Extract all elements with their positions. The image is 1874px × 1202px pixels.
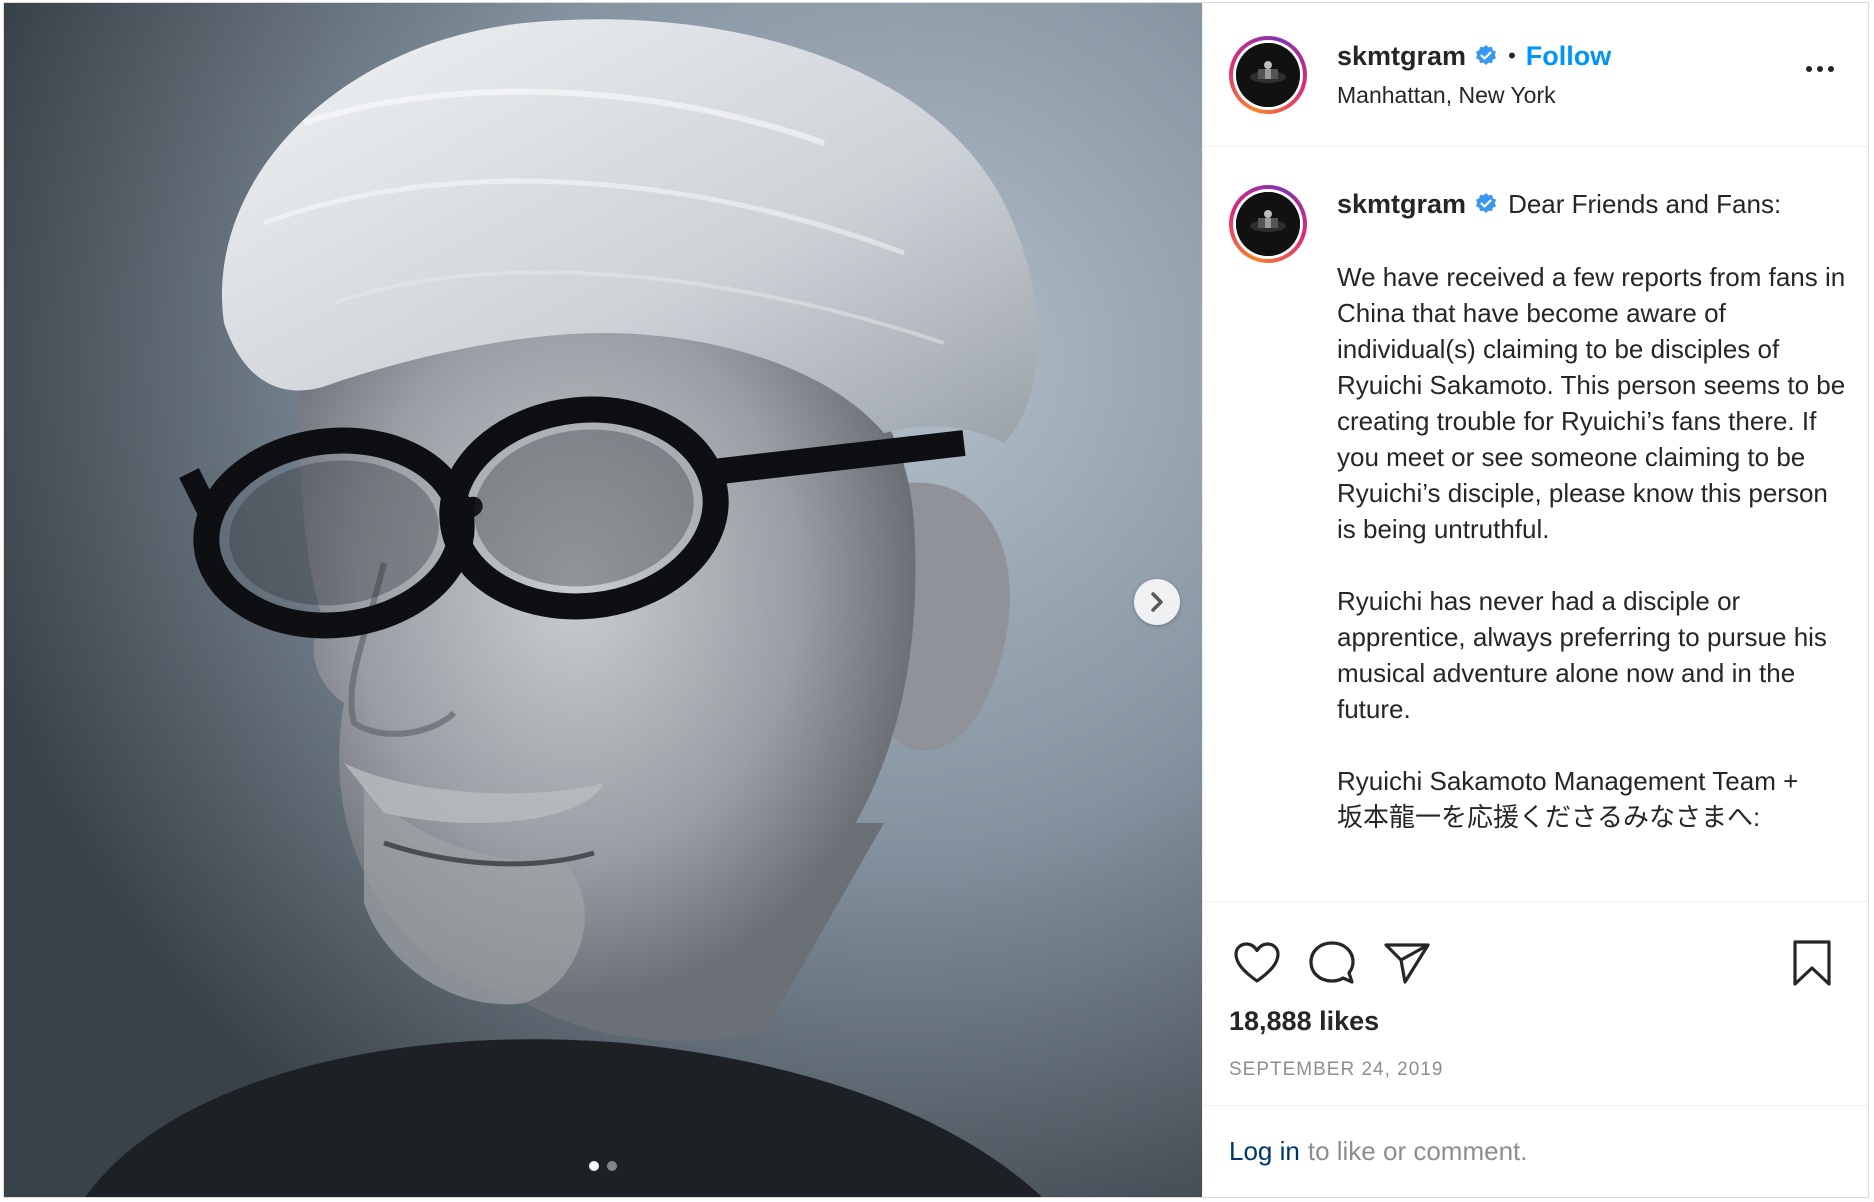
action-bar: [1203, 902, 1868, 1002]
verified-badge-icon: [1474, 44, 1498, 68]
avatar-image: [1236, 42, 1300, 107]
verified-badge-icon: [1474, 192, 1498, 216]
instagram-post: skmtgram • Follow Manhattan, New York sk…: [3, 2, 1869, 1198]
caption-avatar[interactable]: [1229, 185, 1307, 263]
more-options-icon[interactable]: [1806, 66, 1834, 72]
login-link[interactable]: Log in: [1229, 1136, 1300, 1167]
carousel-dot-active: [589, 1161, 599, 1171]
separator-dot: •: [1508, 43, 1516, 68]
likes-count[interactable]: 18,888 likes: [1203, 1006, 1868, 1037]
share-icon[interactable]: [1383, 941, 1431, 985]
portrait-photo: [4, 3, 1202, 1197]
comment-icon[interactable]: [1309, 940, 1355, 986]
caption-paragraph: Ryuichi has never had a disciple or appr…: [1337, 586, 1827, 724]
caption-text: skmtgram Dear Friends and Fans: We have …: [1337, 185, 1848, 901]
caption-lead: Dear Friends and Fans:: [1508, 189, 1782, 219]
chevron-right-icon: [1151, 592, 1163, 612]
avatar[interactable]: [1229, 35, 1307, 114]
heart-icon[interactable]: [1233, 941, 1281, 985]
caption-signoff: Ryuichi Sakamoto Management Team +: [1337, 766, 1799, 796]
bookmark-icon[interactable]: [1792, 939, 1832, 987]
post-header: skmtgram • Follow Manhattan, New York: [1203, 3, 1868, 147]
caption-username-link[interactable]: skmtgram: [1337, 186, 1466, 222]
carousel-dot: [607, 1161, 617, 1171]
follow-button[interactable]: Follow: [1526, 41, 1611, 72]
caption-signoff-japanese: 坂本龍一を応援くださるみなさまへ:: [1337, 802, 1761, 832]
carousel-indicator: [4, 1161, 1202, 1171]
login-prompt-text: to like or comment.: [1307, 1136, 1528, 1166]
caption-paragraph: We have received a few reports from fans…: [1337, 262, 1846, 544]
location-link[interactable]: Manhattan, New York: [1337, 82, 1611, 109]
post-media[interactable]: [4, 3, 1202, 1197]
post-side-panel: skmtgram • Follow Manhattan, New York sk…: [1202, 3, 1868, 1197]
caption-section: skmtgram Dear Friends and Fans: We have …: [1203, 147, 1868, 902]
avatar-image: [1236, 192, 1300, 256]
post-date[interactable]: SEPTEMBER 24, 2019: [1203, 1059, 1868, 1081]
login-prompt: Log in to like or comment.: [1203, 1105, 1868, 1197]
username-link[interactable]: skmtgram: [1337, 41, 1466, 72]
next-media-button[interactable]: [1134, 579, 1180, 625]
